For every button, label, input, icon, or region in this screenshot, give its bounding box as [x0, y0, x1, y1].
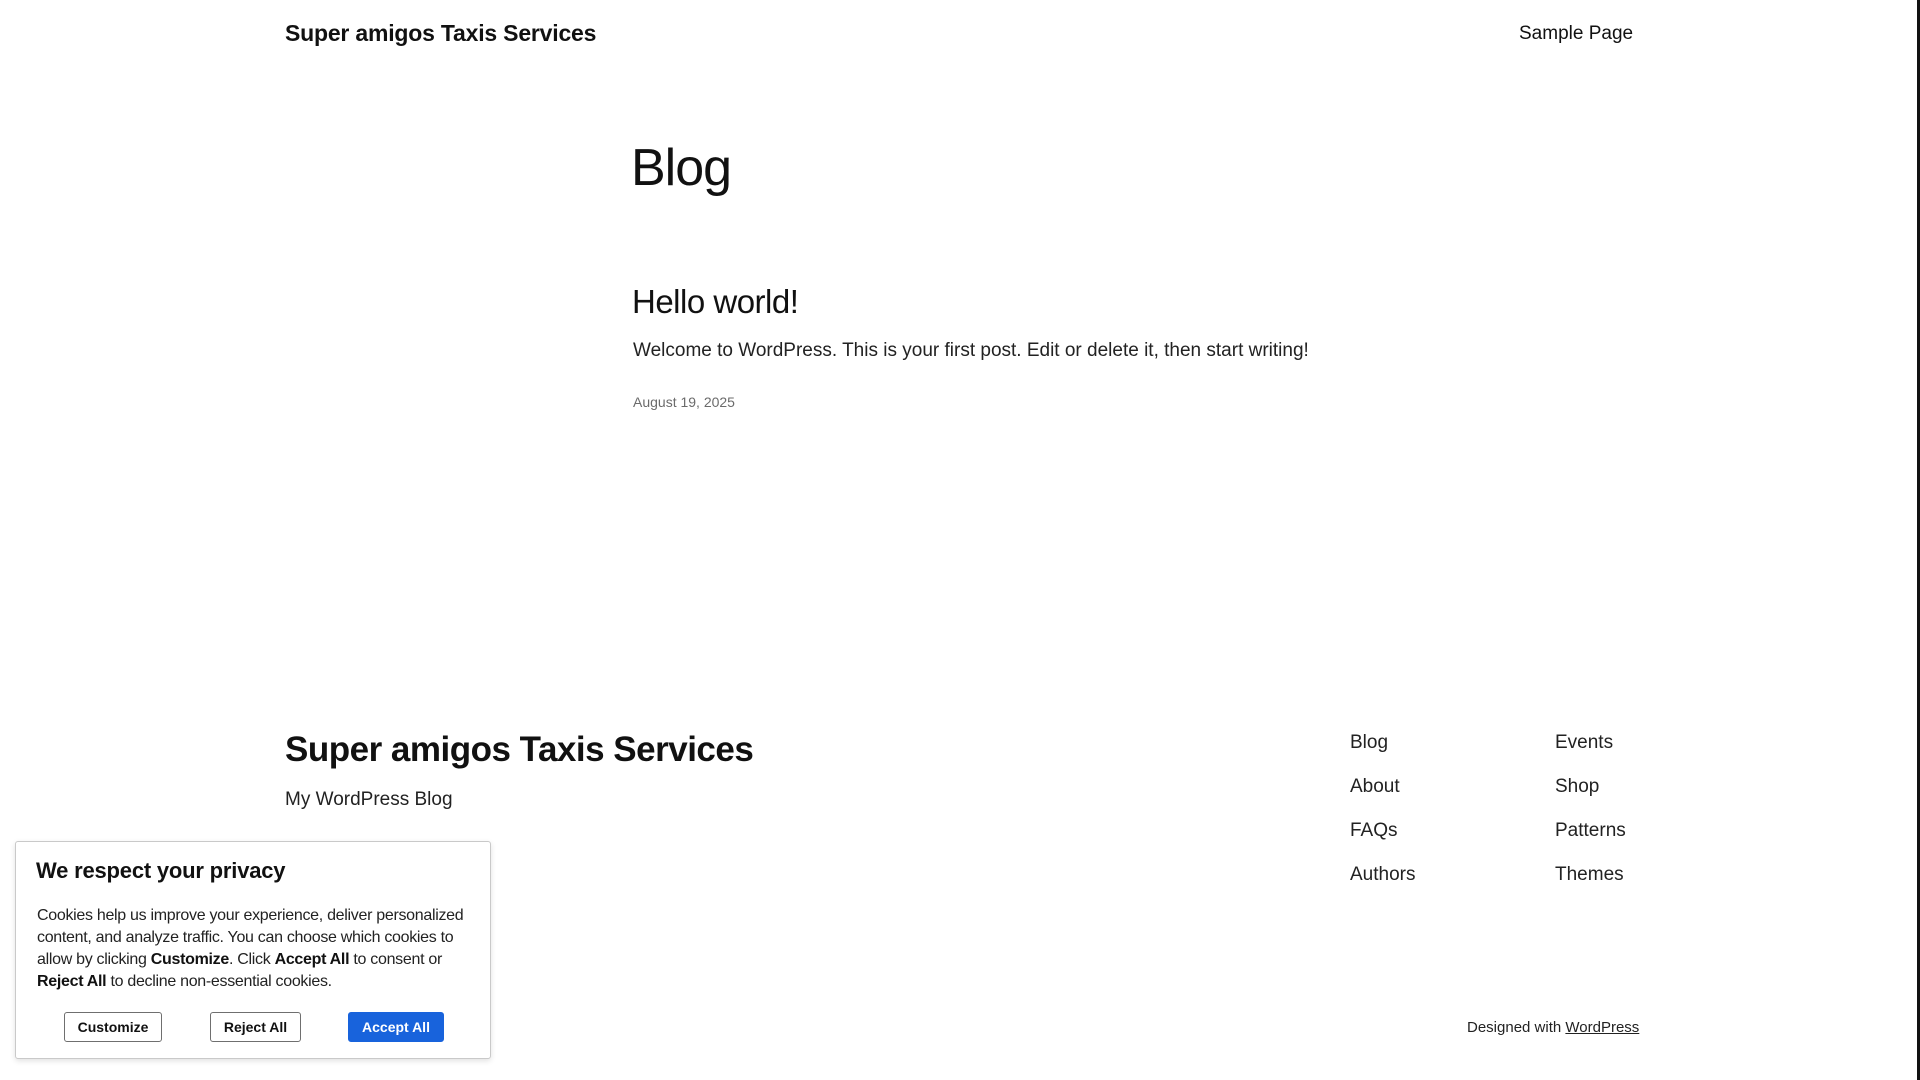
customize-button[interactable]: Customize: [64, 1012, 162, 1042]
footer-credit: Designed with WordPress: [1467, 1019, 1639, 1036]
cookie-text-part: to decline non-essential cookies.: [106, 973, 332, 990]
footer-link-events[interactable]: Events: [1555, 730, 1645, 756]
accept-all-button[interactable]: Accept All: [348, 1012, 444, 1042]
footer-link-blog[interactable]: Blog: [1350, 730, 1555, 756]
cookie-consent-banner: We respect your privacy Cookies help us …: [15, 841, 491, 1059]
cookie-text-bold-reject: Reject All: [37, 973, 107, 990]
nav-item-sample-page[interactable]: Sample Page: [1519, 23, 1633, 45]
site-header: Super amigos Taxis Services Sample Page: [0, 0, 1920, 70]
footer-site-title[interactable]: Super amigos Taxis Services: [285, 728, 754, 772]
wordpress-link[interactable]: WordPress: [1565, 1019, 1639, 1036]
page-title: Blog: [631, 139, 732, 197]
cookie-text-part: to consent or: [349, 951, 442, 968]
cookie-banner-title: We respect your privacy: [36, 858, 286, 883]
cookie-text-bold-accept: Accept All: [274, 951, 350, 968]
cookie-text-part: . Click: [228, 951, 275, 968]
footer-tagline: My WordPress Blog: [285, 789, 453, 810]
footer-link-patterns[interactable]: Patterns: [1555, 818, 1645, 844]
footer-link-themes[interactable]: Themes: [1555, 862, 1645, 888]
cookie-banner-text: Cookies help us improve your experience,…: [37, 905, 477, 993]
footer-link-faqs[interactable]: FAQs: [1350, 818, 1555, 844]
reject-all-button[interactable]: Reject All: [210, 1012, 301, 1042]
post-date: August 19, 2025: [633, 394, 735, 410]
footer-nav: Blog Events About Shop FAQs Patterns Aut…: [1350, 730, 1645, 888]
footer-link-authors[interactable]: Authors: [1350, 862, 1555, 888]
footer-link-about[interactable]: About: [1350, 774, 1555, 800]
post-title-link[interactable]: Hello world!: [632, 280, 799, 324]
cookie-text-bold-customize: Customize: [150, 951, 230, 968]
post-excerpt: Welcome to WordPress. This is your first…: [633, 340, 1309, 361]
credit-prefix: Designed with: [1467, 1019, 1562, 1036]
footer-link-shop[interactable]: Shop: [1555, 774, 1645, 800]
site-title-link[interactable]: Super amigos Taxis Services: [285, 20, 596, 47]
